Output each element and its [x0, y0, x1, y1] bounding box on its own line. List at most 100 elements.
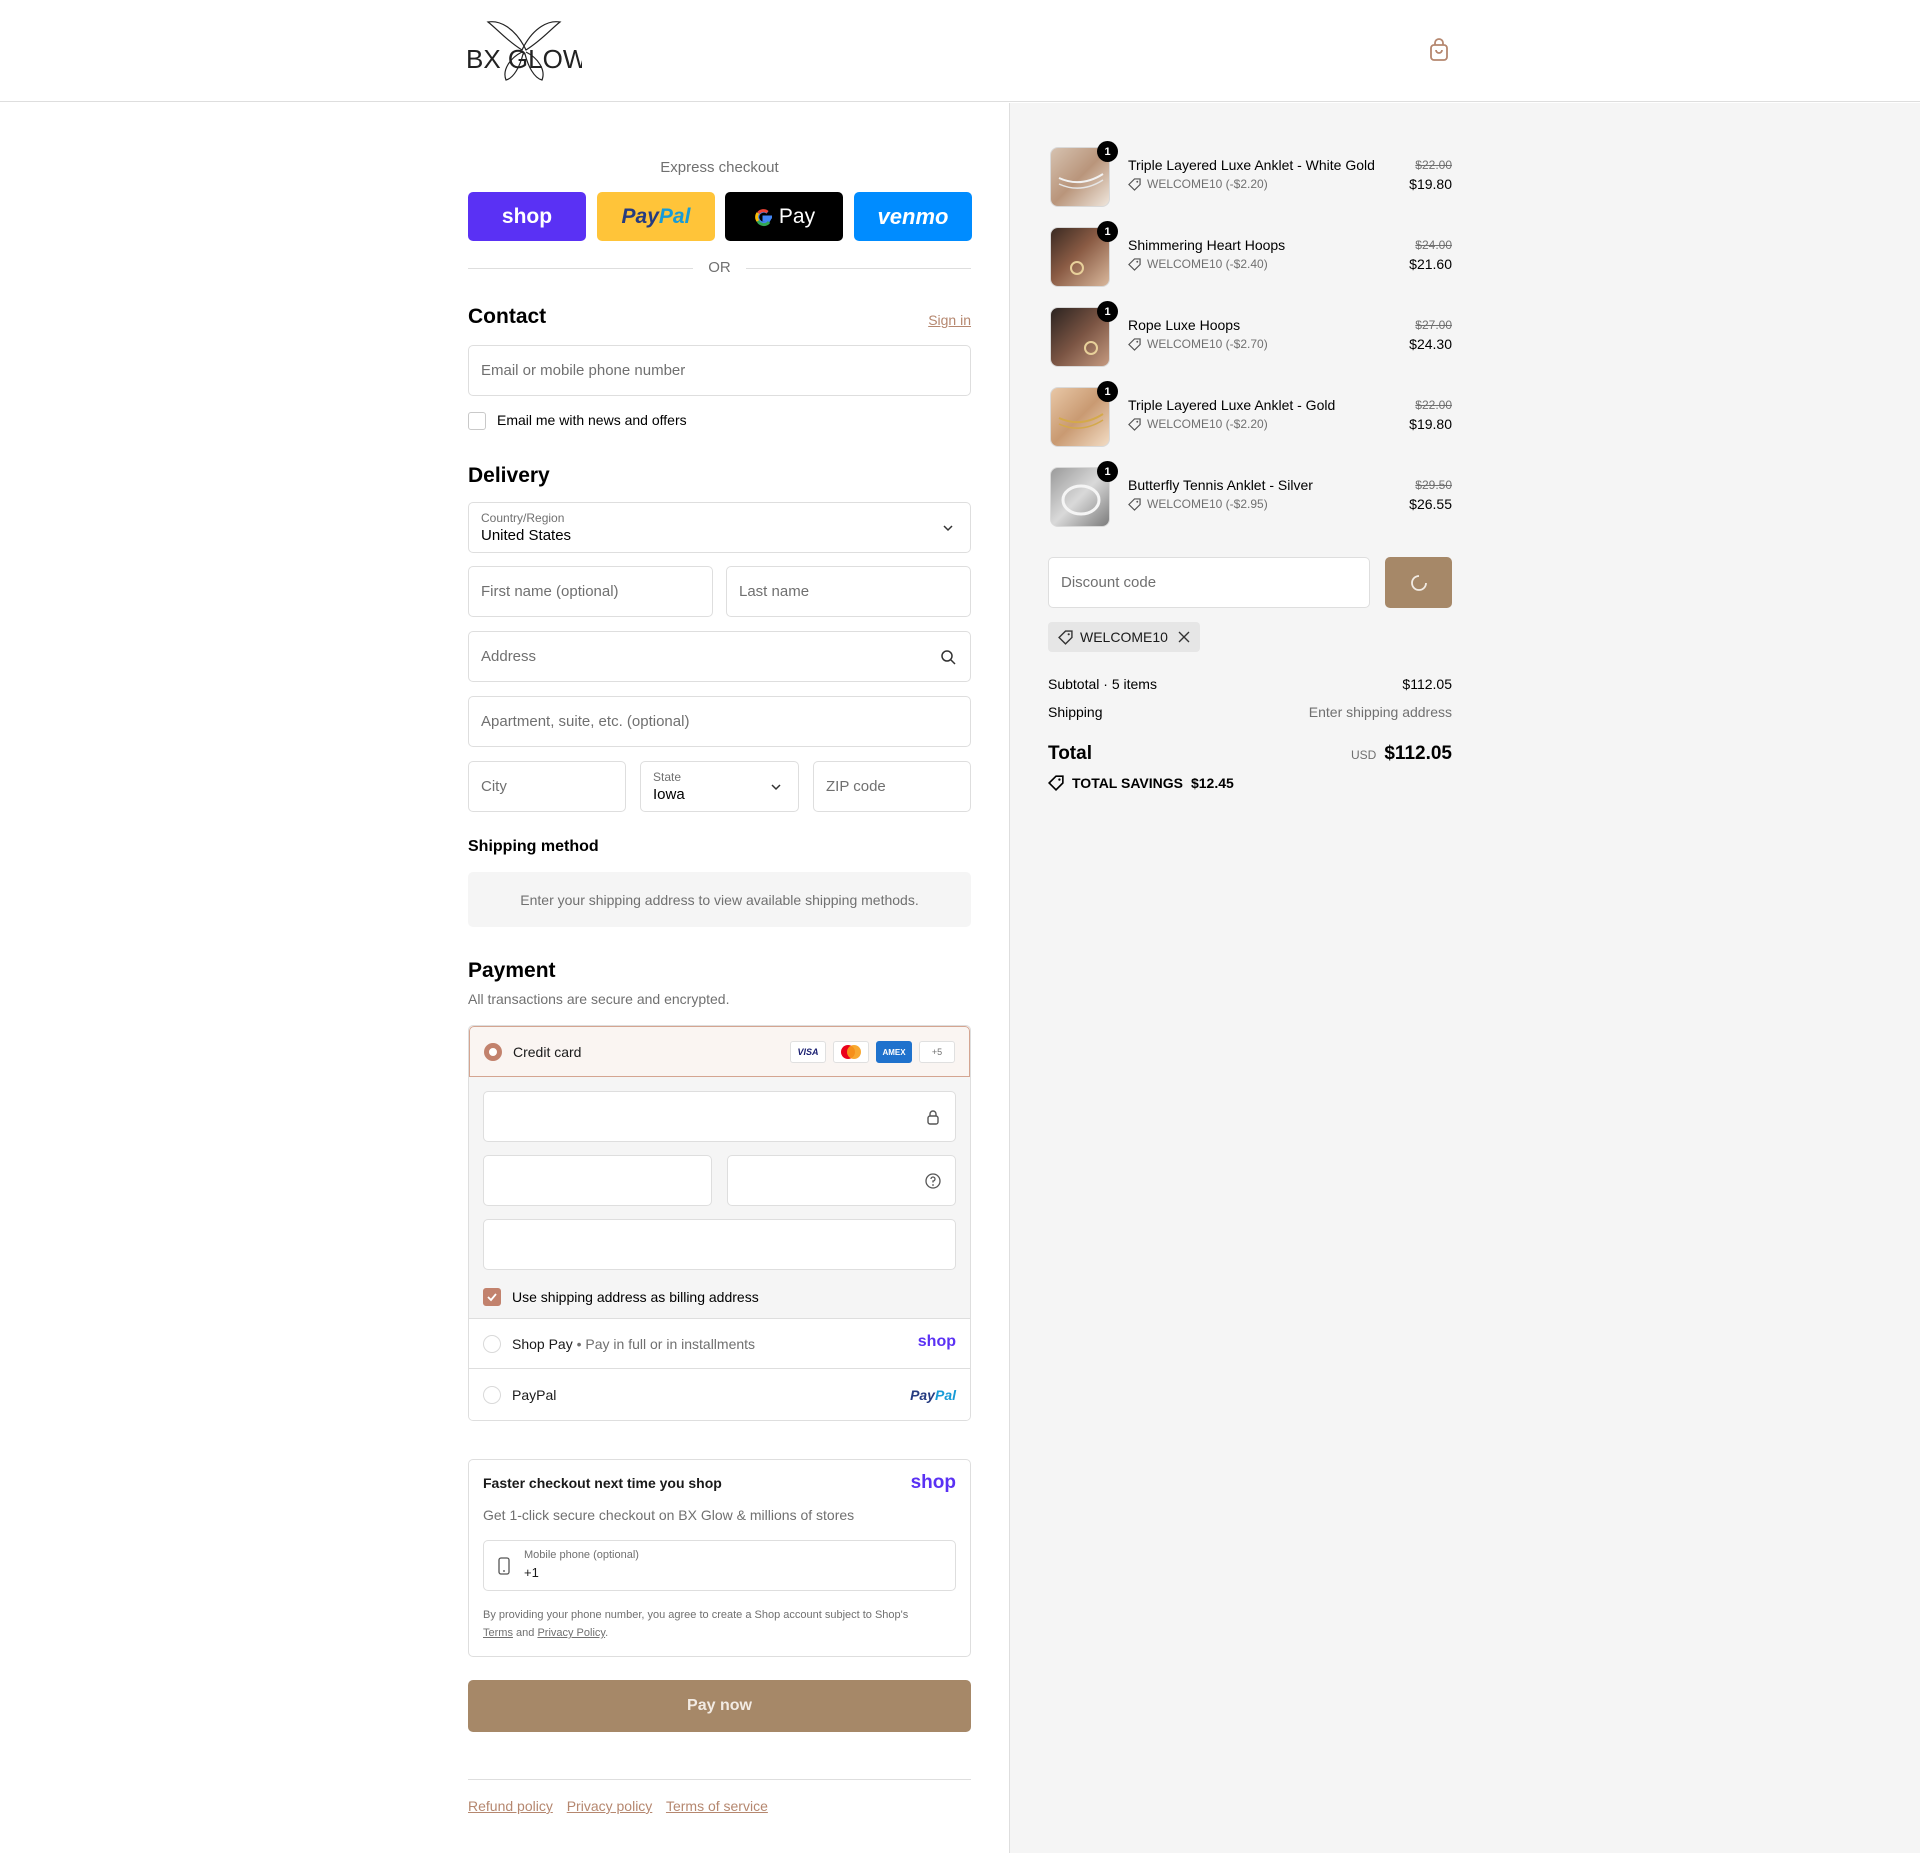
delivery-heading: Delivery: [468, 464, 550, 487]
line-item: 1 Shimmering Heart Hoops WELCOME10 (-$2.…: [1048, 221, 1452, 287]
shopping-bag-icon[interactable]: [1428, 38, 1452, 64]
discount-code-field[interactable]: Discount code: [1048, 557, 1370, 608]
last-name-placeholder: Last name: [739, 583, 810, 600]
news-checkbox[interactable]: [468, 412, 486, 430]
shop-pay-button[interactable]: shop: [468, 192, 586, 241]
paypal-option[interactable]: PayPal PayPal: [469, 1370, 970, 1420]
tag-icon: [1128, 337, 1141, 351]
first-name-placeholder: First name (optional): [481, 583, 619, 600]
security-code-field[interactable]: [727, 1155, 956, 1206]
original-price: $24.00: [1415, 238, 1452, 252]
apply-discount-button[interactable]: [1385, 557, 1452, 608]
email-placeholder: Email or mobile phone number: [481, 362, 686, 379]
help-icon[interactable]: [925, 1173, 941, 1189]
product-discount: WELCOME10 (-$2.95): [1128, 497, 1268, 511]
spinner-icon: [1410, 574, 1427, 591]
product-name: Rope Luxe Hoops: [1128, 317, 1241, 333]
subtotal-value: $112.05: [1402, 676, 1452, 692]
shop-pay-label: Shop Pay: [512, 1336, 573, 1352]
original-price: $27.00: [1415, 318, 1452, 332]
shop-pay-radio[interactable]: [483, 1335, 501, 1353]
zip-placeholder: ZIP code: [826, 778, 886, 795]
apartment-field[interactable]: Apartment, suite, etc. (optional): [468, 696, 971, 747]
refund-policy-link[interactable]: Refund policy: [468, 1798, 553, 1814]
address-field[interactable]: Address: [468, 631, 971, 682]
google-pay-button[interactable]: Pay: [725, 192, 843, 241]
billing-checkbox-label: Use shipping address as billing address: [512, 1289, 759, 1305]
state-label: State: [653, 770, 682, 784]
shop-pay-option[interactable]: Shop Pay • Pay in full or in installment…: [469, 1319, 970, 1369]
paypal-button[interactable]: Pay Pal: [597, 192, 715, 241]
line-item: 1 Butterfly Tennis Anklet - Silver WELCO…: [1048, 461, 1452, 527]
tag-icon: [1048, 775, 1064, 791]
last-name-field[interactable]: Last name: [726, 566, 971, 617]
amex-logo: AMEX: [876, 1041, 912, 1063]
privacy-policy-link[interactable]: Privacy Policy: [537, 1627, 605, 1639]
product-name: Shimmering Heart Hoops: [1128, 237, 1286, 253]
faster-checkout-subtitle: Get 1-click secure checkout on BX Glow &…: [483, 1507, 855, 1523]
state-select[interactable]: State Iowa: [640, 761, 799, 812]
news-checkbox-label: Email me with news and offers: [497, 412, 687, 428]
city-field[interactable]: City: [468, 761, 626, 812]
sign-in-link[interactable]: Sign in: [928, 312, 971, 328]
tag-icon: [1058, 629, 1073, 645]
shipping-method-heading: Shipping method: [468, 838, 599, 855]
visa-logo: VISA: [790, 1041, 826, 1063]
credit-card-radio[interactable]: [484, 1043, 502, 1061]
country-select[interactable]: Country/Region United States: [468, 502, 971, 553]
billing-checkbox[interactable]: [483, 1288, 501, 1306]
credit-card-option[interactable]: Credit card VISA AMEX +5: [469, 1026, 970, 1077]
quantity-badge: 1: [1097, 461, 1118, 482]
tag-icon: [1128, 177, 1141, 191]
paypal-label: PayPal: [512, 1387, 557, 1403]
name-on-card-field[interactable]: [483, 1219, 956, 1270]
legal-text: By providing your phone number, you agre…: [483, 1609, 909, 1639]
terms-link[interactable]: Terms: [483, 1627, 513, 1639]
brand-logo[interactable]: BX GLOW: [466, 18, 588, 84]
shop-pay-logo: shop: [917, 1333, 956, 1350]
applied-discount-tag: WELCOME10: [1048, 622, 1200, 652]
chevron-down-icon: [771, 784, 781, 791]
header: BX GLOW: [0, 0, 1920, 102]
zip-field[interactable]: ZIP code: [813, 761, 971, 812]
footer-divider: [468, 1779, 971, 1780]
close-icon[interactable]: [1178, 631, 1190, 643]
shipping-method-notice: Enter your shipping address to view avai…: [468, 872, 971, 927]
paypal-radio[interactable]: [483, 1386, 501, 1404]
pay-now-button[interactable]: Pay now: [468, 1680, 971, 1732]
applied-discount-code: WELCOME10: [1080, 629, 1168, 645]
search-icon: [941, 650, 956, 665]
total-savings: TOTAL SAVINGS $12.45: [1048, 775, 1234, 791]
product-discount: WELCOME10 (-$2.40): [1128, 257, 1268, 271]
terms-of-service-link[interactable]: Terms of service: [666, 1798, 768, 1814]
discounted-price: $19.80: [1409, 416, 1452, 432]
quantity-badge: 1: [1097, 141, 1118, 162]
mobile-phone-field[interactable]: Mobile phone (optional) +1: [483, 1540, 956, 1591]
venmo-button[interactable]: venmo: [854, 192, 972, 241]
original-price: $22.00: [1415, 158, 1452, 172]
total-label: Total: [1048, 743, 1092, 764]
card-number-field[interactable]: [483, 1091, 956, 1142]
expiration-field[interactable]: [483, 1155, 712, 1206]
product-discount: WELCOME10 (-$2.20): [1128, 417, 1268, 431]
first-name-field[interactable]: First name (optional): [468, 566, 713, 617]
product-name: Triple Layered Luxe Anklet - White Gold: [1128, 157, 1375, 173]
footer-links: Refund policy Privacy policy Terms of se…: [468, 1798, 768, 1814]
country-label: Country/Region: [481, 511, 565, 525]
product-name: Butterfly Tennis Anklet - Silver: [1128, 477, 1313, 493]
mobile-phone-label: Mobile phone (optional): [524, 1549, 639, 1561]
quantity-badge: 1: [1097, 381, 1118, 402]
svg-text:BX GLOW: BX GLOW: [466, 44, 582, 74]
product-discount: WELCOME10 (-$2.20): [1128, 177, 1268, 191]
shop-logo: shop: [910, 1472, 956, 1493]
phone-icon: [498, 1557, 510, 1575]
shop-pay-subtitle: Pay in full or in installments: [585, 1336, 756, 1352]
quantity-badge: 1: [1097, 221, 1118, 242]
product-name: Triple Layered Luxe Anklet - Gold: [1128, 397, 1336, 413]
privacy-policy-footer-link[interactable]: Privacy policy: [567, 1798, 653, 1814]
original-price: $22.00: [1415, 398, 1452, 412]
shipping-value: Enter shipping address: [1308, 704, 1452, 720]
email-field[interactable]: Email or mobile phone number: [468, 345, 971, 396]
mobile-phone-value: +1: [524, 1565, 539, 1580]
paypal-logo: PayPal: [910, 1387, 956, 1403]
